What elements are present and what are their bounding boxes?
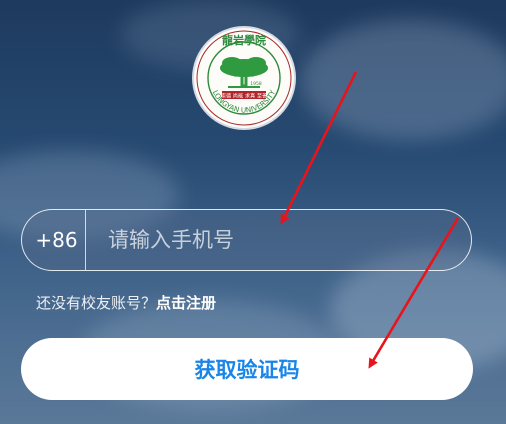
logo-motto: 崇德 尚能 求真 至善	[221, 92, 267, 100]
country-code[interactable]: +86	[22, 210, 86, 270]
register-link[interactable]: 点击注册	[156, 294, 216, 312]
phone-input-field[interactable]: +86	[21, 209, 472, 271]
register-prompt-text: 还没有校友账号？	[36, 294, 157, 312]
phone-input[interactable]	[86, 209, 471, 271]
get-verification-code-button[interactable]: 获取验证码	[21, 338, 473, 400]
logo-year: 1958	[250, 81, 262, 87]
logo-top-text: 龍岩學院	[222, 33, 266, 47]
register-prompt: 还没有校友账号？点击注册	[36, 292, 216, 313]
cloud	[300, 20, 506, 140]
university-logo: 龍岩學院 1958 崇德 尚能 求真 至善 LONGYAN UNIVERSITY	[194, 28, 294, 128]
